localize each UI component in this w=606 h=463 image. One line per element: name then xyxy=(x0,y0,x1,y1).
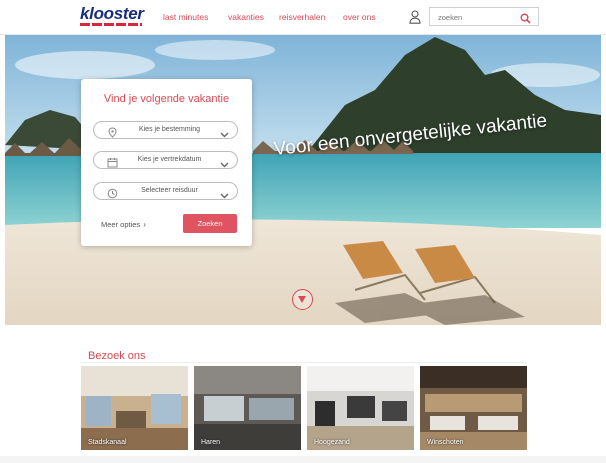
logo-text: klooster xyxy=(80,4,144,23)
visit-section-title: Bezoek ons xyxy=(88,350,146,362)
user-icon[interactable] xyxy=(409,10,421,24)
duration-label: Selecteer reisduur xyxy=(141,187,198,194)
more-options-label: Meer opties xyxy=(101,220,141,229)
location-name: Winschoten xyxy=(427,439,464,446)
location-name: Haren xyxy=(201,439,221,446)
search-card: Vind je volgende vakantie Kies je bestem… xyxy=(81,79,252,246)
site-header: klooster last minutes vakanties reisverh… xyxy=(0,0,606,35)
search-submit-button[interactable]: Zoeken xyxy=(183,214,237,233)
location-tile-stadskanaal[interactable]: Stadskanaal xyxy=(81,366,188,450)
office-photo xyxy=(420,366,527,450)
location-pin-icon xyxy=(107,125,118,138)
search-card-title: Vind je volgende vakantie xyxy=(103,93,230,105)
chevron-down-icon xyxy=(220,187,229,199)
location-tile-hoogezand[interactable]: Hoogezand xyxy=(307,366,414,450)
calendar-icon xyxy=(107,155,118,168)
nav-vakanties[interactable]: vakanties xyxy=(228,12,264,22)
more-options-link[interactable]: Meer opties › xyxy=(101,220,146,229)
nav-last-minutes[interactable]: last minutes xyxy=(163,12,208,22)
office-photo xyxy=(194,366,301,450)
arrow-down-icon[interactable] xyxy=(292,289,313,310)
search-icon[interactable] xyxy=(520,11,531,24)
footer-strip xyxy=(0,456,606,463)
search-input[interactable] xyxy=(438,11,518,23)
chevron-right-icon: › xyxy=(143,220,146,229)
location-tile-winschoten[interactable]: Winschoten xyxy=(420,366,527,450)
logo-stripe xyxy=(80,23,142,26)
destination-select[interactable]: Kies je bestemming xyxy=(93,121,238,139)
departure-date-label: Kies je vertrekdatum xyxy=(137,156,202,163)
section-divider xyxy=(80,362,527,363)
office-photo xyxy=(307,366,414,450)
klooster-logo[interactable]: klooster xyxy=(80,4,144,28)
duration-select[interactable]: Selecteer reisduur xyxy=(93,182,238,200)
departure-date-select[interactable]: Kies je vertrekdatum xyxy=(93,151,238,169)
nav-over-ons[interactable]: over ons xyxy=(343,12,376,22)
location-tile-haren[interactable]: Haren xyxy=(194,366,301,450)
location-name: Stadskanaal xyxy=(88,439,127,446)
chevron-down-icon xyxy=(220,126,229,138)
chevron-down-icon xyxy=(220,156,229,168)
office-photo xyxy=(81,366,188,450)
destination-label: Kies je bestemming xyxy=(138,126,201,133)
location-name: Hoogezand xyxy=(314,439,350,446)
nav-reisverhalen[interactable]: reisverhalen xyxy=(279,12,325,22)
clock-icon xyxy=(107,186,118,199)
search-box xyxy=(429,7,539,26)
